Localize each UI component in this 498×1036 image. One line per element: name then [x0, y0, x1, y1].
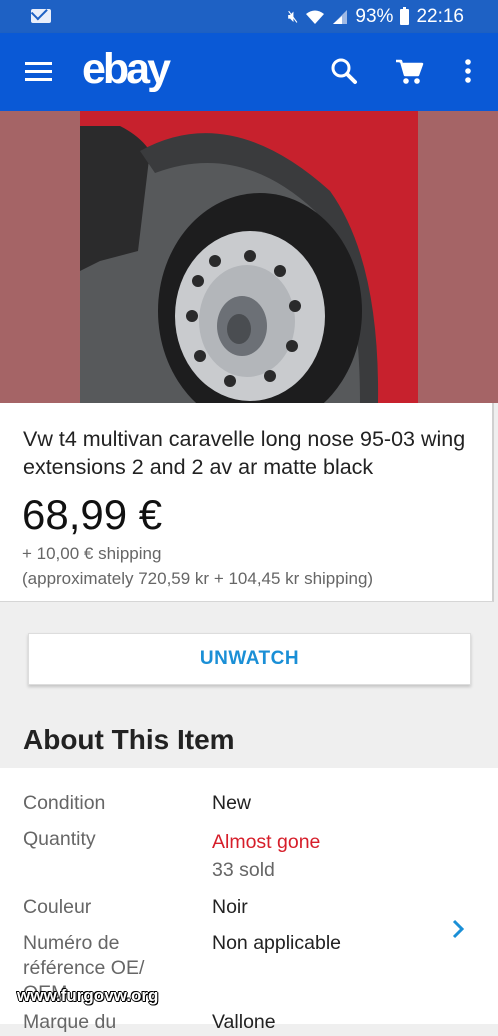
about-section-title: About This Item	[23, 724, 235, 755]
spec-value[interactable]: Non applicable	[212, 929, 341, 957]
spec-value: New	[212, 792, 252, 814]
item-photo[interactable]	[80, 111, 418, 403]
watermark: www.furgovw.org	[17, 986, 159, 1005]
wifi-icon	[306, 10, 325, 24]
item-image-gallery[interactable]	[0, 111, 498, 403]
currency-approximation: (approximately 720,59 kr + 104,45 kr shi…	[22, 569, 374, 588]
chevron-right-icon[interactable]	[447, 918, 469, 940]
spec-label: Condition	[23, 792, 106, 814]
quantity-status: Almost gone	[212, 831, 321, 853]
mail-icon	[31, 9, 51, 23]
unwatch-button[interactable]: UNWATCH	[28, 633, 471, 685]
battery-percent: 93%	[355, 6, 394, 27]
battery-icon	[400, 7, 410, 25]
spec-label: Couleur	[23, 896, 92, 918]
item-title: Vw t4 multivan caravelle long nose 95-03…	[23, 427, 466, 479]
status-bar: 🔇︎ 93% 22:16	[0, 0, 498, 33]
spec-value: Noir	[212, 896, 248, 918]
item-price: 68,99 €	[22, 491, 163, 538]
wheel-arch-photo	[80, 111, 418, 403]
cart-icon[interactable]	[391, 53, 427, 89]
mute-icon: 🔇︎	[287, 7, 299, 26]
spec-value: Vallone	[212, 1011, 276, 1033]
signal-icon	[333, 10, 348, 24]
search-icon[interactable]	[326, 53, 362, 89]
sold-count: 33 sold	[212, 859, 275, 881]
app-bar: ebay	[0, 33, 498, 111]
spec-label: Quantity	[23, 828, 96, 850]
more-vert-icon[interactable]	[450, 53, 486, 89]
menu-icon[interactable]	[25, 62, 52, 82]
spec-label: Marque du	[23, 1011, 117, 1033]
status-right: 🔇︎ 93% 22:16	[288, 6, 464, 28]
shipping-cost: + 10,00 € shipping	[22, 544, 162, 563]
item-summary-card: Vw t4 multivan caravelle long nose 95-03…	[0, 403, 494, 602]
status-time: 22:16	[416, 6, 464, 27]
ebay-logo[interactable]: ebay	[82, 45, 171, 94]
